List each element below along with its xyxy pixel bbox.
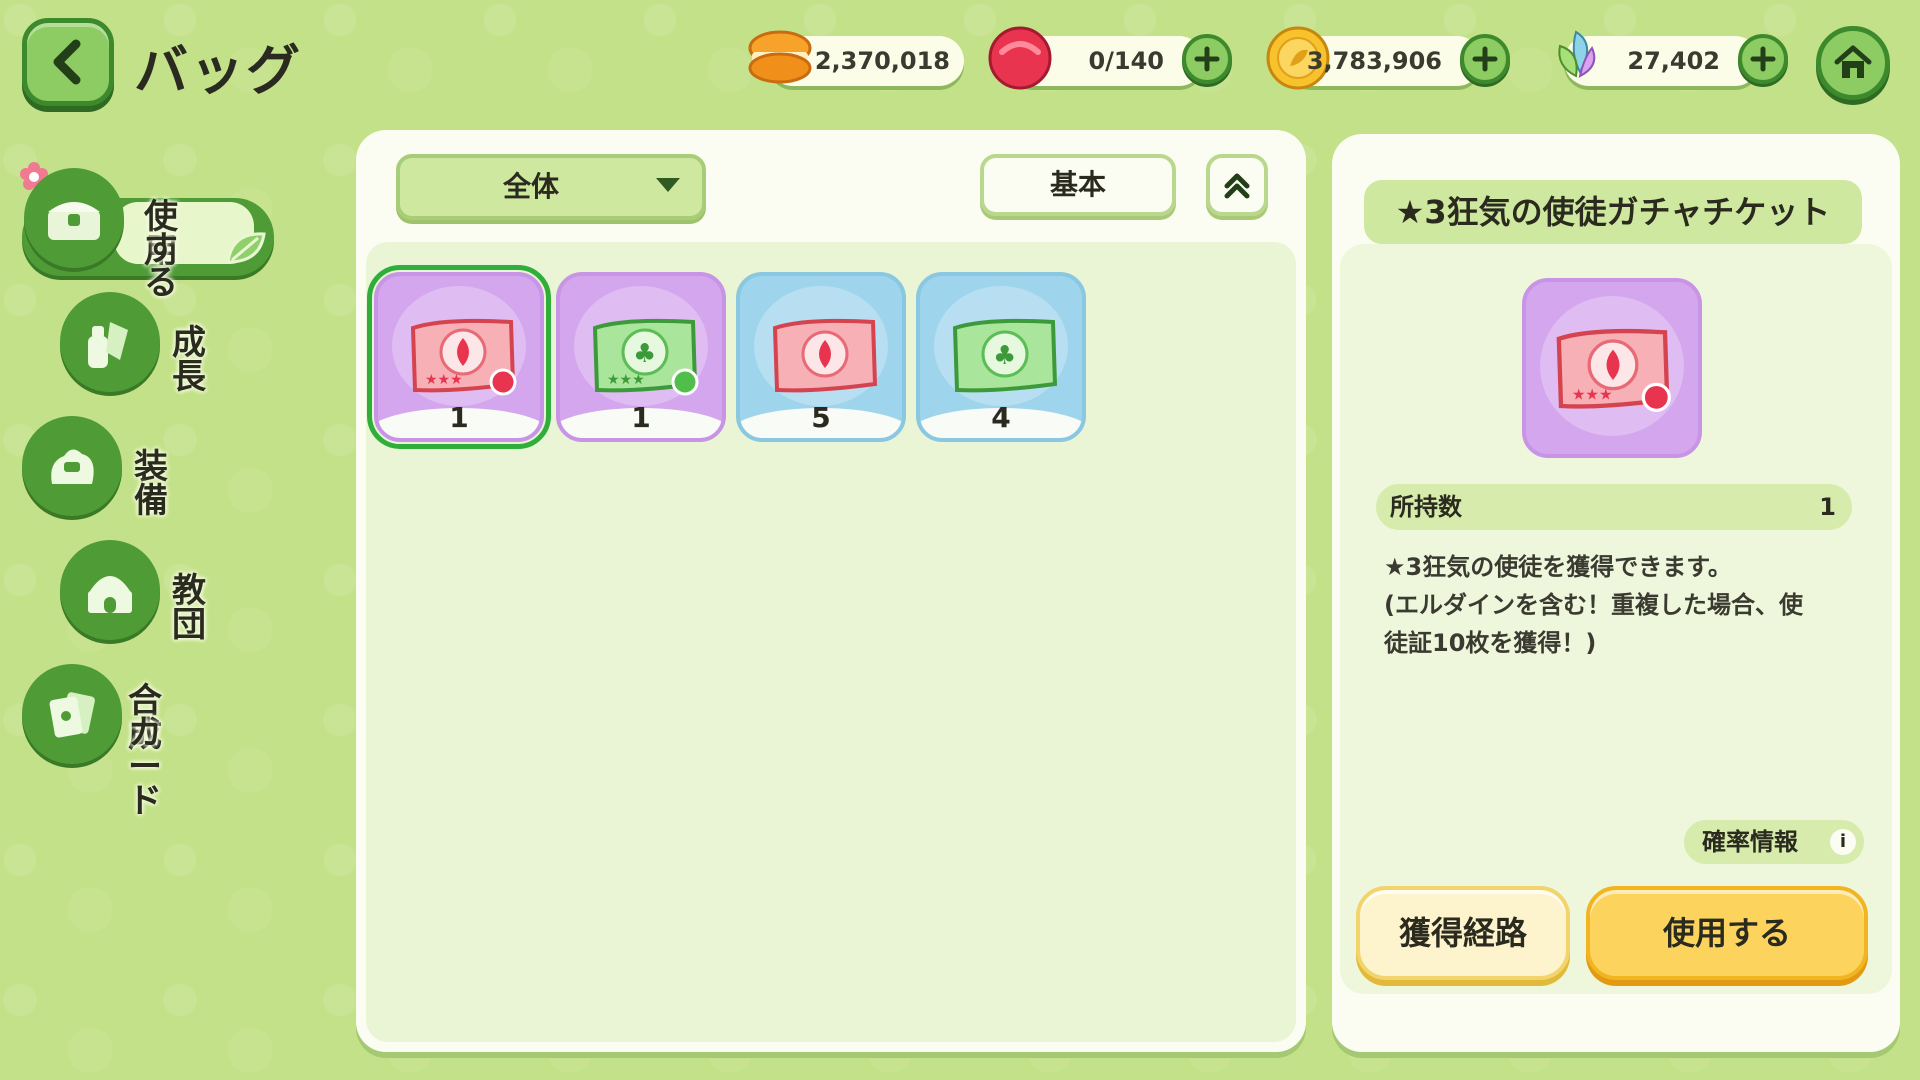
acquisition-route-button[interactable]: 獲得経路 [1356, 886, 1570, 980]
green-ticket-stars-icon: ♣ ★★★ [592, 318, 699, 396]
inventory-panel: 全体 基本 [356, 130, 1306, 1052]
svg-text:★★★: ★★★ [607, 372, 645, 388]
sidebar-icon-circle [60, 540, 160, 640]
chest-icon [48, 202, 100, 240]
plus-icon [1750, 46, 1776, 72]
back-button[interactable] [22, 18, 114, 106]
filter-dropdown[interactable]: 全体 [396, 154, 706, 220]
item-slot[interactable]: ♣ 4 [916, 272, 1086, 442]
plus-icon [1194, 46, 1220, 72]
crystal-leaf-icon [1558, 30, 1596, 78]
info-icon: i [1830, 829, 1856, 855]
sidebar-icon-circle [60, 292, 160, 392]
chevron-left-icon [53, 39, 81, 85]
add-candy-button[interactable] [1182, 34, 1232, 84]
item-slot[interactable]: ♣ ★★★ 1 [556, 272, 726, 442]
plus-icon [1472, 46, 1498, 72]
owned-count-label: 所持数 [1390, 493, 1462, 521]
description-line: 徒証10枚を獲得！) [1384, 629, 1597, 657]
drop-rate-info-label: 確率情報 [1702, 828, 1798, 856]
macaron-icon [748, 30, 812, 84]
currency-candy: 0/140 [988, 26, 1232, 90]
sidebar-icon-circle [22, 416, 122, 516]
equipment-icon [51, 449, 94, 484]
double-chevron-up-icon [1224, 173, 1250, 199]
item-preview: ★★★ [1522, 278, 1702, 458]
crystal-count: 27,402 [1627, 47, 1720, 75]
home-icon [1834, 45, 1872, 78]
item-count: 4 [991, 401, 1011, 434]
leaf-icon [226, 232, 266, 264]
green-ticket-icon: ♣ [952, 318, 1058, 393]
sort-button[interactable]: 基本 [980, 154, 1176, 216]
coin-count: 3,783,906 [1306, 47, 1442, 75]
sidebar-icon-circle [22, 664, 122, 764]
card-icon [49, 692, 95, 738]
owned-count-row: 所持数 1 [1376, 484, 1852, 530]
sidebar-label-cult: 教団 [172, 571, 206, 645]
sidebar-label-synth-line2: カード [128, 713, 162, 821]
item-description: ★3狂気の使徒を獲得できます。 (エルダインを含む！重複した場合、使 徒証10枚… [1384, 548, 1854, 662]
currency-coin: 3,783,906 [1266, 26, 1510, 90]
sort-order-button[interactable] [1206, 154, 1268, 216]
add-coin-button[interactable] [1460, 34, 1510, 84]
currency-crystal: 27,402 [1558, 30, 1788, 86]
filter-label: 全体 [502, 170, 559, 203]
red-ticket-stars-icon: ★★★ [1556, 328, 1671, 412]
macaron-count: 2,370,018 [814, 47, 950, 75]
description-line: ★3狂気の使徒を獲得できます。 [1384, 553, 1732, 581]
item-count: 1 [449, 401, 469, 434]
page-title: バッグ [134, 39, 302, 102]
sidebar-label-growth: 成長 [172, 323, 206, 397]
sidebar-label-equipment: 装備 [134, 447, 168, 521]
add-crystal-button[interactable] [1738, 34, 1788, 84]
temple-icon [88, 576, 132, 613]
sidebar-label-use-line2: する [144, 229, 178, 303]
home-button[interactable] [1816, 26, 1890, 100]
item-slot[interactable]: ★★★ 1 [367, 265, 551, 449]
item-count: 1 [631, 401, 651, 434]
item-detail-panel: ★3狂気の使徒ガチャチケット ★★★ 所持数 1 ★3狂気の使徒を獲得できます。… [1332, 134, 1900, 1052]
red-ticket-icon [772, 318, 878, 393]
svg-text:♣: ♣ [993, 341, 1016, 371]
red-ticket-stars-icon: ★★★ [410, 318, 517, 396]
candy-count: 0/140 [1088, 47, 1164, 75]
sidebar-icon-circle [24, 168, 124, 268]
item-count: 5 [811, 401, 831, 434]
description-line: (エルダインを含む！重複した場合、使 [1384, 591, 1803, 619]
drop-rate-info-button[interactable]: 確率情報 i [1684, 820, 1864, 864]
candy-icon [988, 26, 1052, 90]
item-slot[interactable]: 5 [736, 272, 906, 442]
svg-text:♣: ♣ [633, 339, 656, 369]
svg-text:★★★: ★★★ [425, 372, 463, 388]
caret-down-icon [656, 178, 680, 192]
svg-text:★★★: ★★★ [1572, 386, 1613, 404]
currency-macaron: 2,370,018 [748, 30, 964, 86]
owned-count-value: 1 [1819, 493, 1836, 521]
item-title: ★3狂気の使徒ガチャチケット [1364, 180, 1862, 244]
use-item-button[interactable]: 使用する [1586, 886, 1868, 980]
potion-icon [88, 322, 128, 368]
